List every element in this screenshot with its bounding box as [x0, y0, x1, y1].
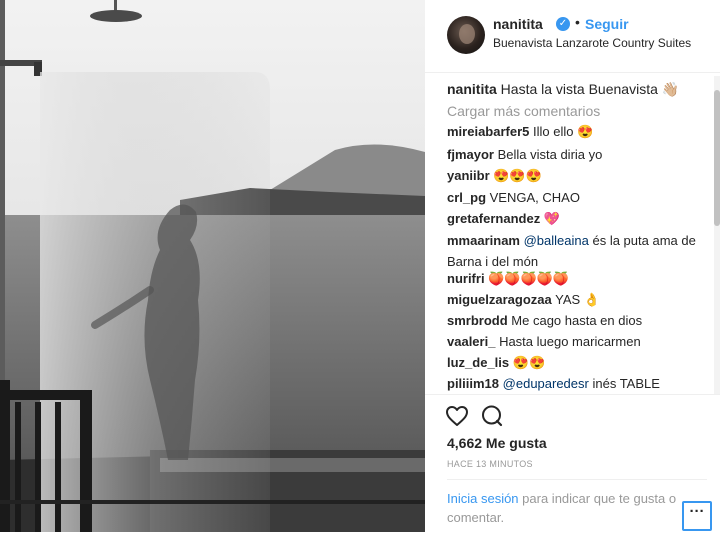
comment-username[interactable]: nurifri — [447, 271, 485, 286]
comment-mention[interactable]: @balleaina — [524, 233, 589, 248]
photo-image — [0, 0, 425, 532]
comment-text: YAS 👌 — [555, 292, 601, 307]
comment-item: yaniibr 😍😍😍 — [447, 165, 702, 186]
follow-button[interactable]: Seguir — [585, 16, 629, 32]
post-timestamp[interactable]: HACE 13 MINUTOS — [447, 459, 533, 469]
comment-text: 😍😍😍 — [493, 168, 542, 183]
separator-dot: • — [575, 14, 580, 30]
caption-username[interactable]: nanitita — [447, 81, 497, 97]
comment-username[interactable]: smrbrodd — [447, 313, 508, 328]
comments-scrollbar[interactable] — [714, 76, 720, 394]
comment-text: 😍😍 — [512, 355, 546, 370]
load-more-comments-button[interactable]: Cargar más comentarios — [447, 103, 600, 119]
comment-item: miguelzaragozaa YAS 👌 — [447, 289, 702, 310]
post-photo[interactable] — [0, 0, 425, 532]
comment-username[interactable]: mmaarinam — [447, 233, 520, 248]
comment-text: VENGA, CHAO — [489, 190, 580, 205]
comment-item: smrbrodd Me cago hasta en dios — [447, 310, 702, 331]
comment-item: mmaarinam @balleaina és la puta ama de B… — [447, 230, 702, 272]
comment-text: Hasta luego maricarmen — [499, 334, 641, 349]
post-actions: 4,662 Me gusta HACE 13 MINUTOS Inicia se… — [425, 394, 720, 535]
heart-icon[interactable] — [445, 405, 469, 432]
caption-text: Hasta la vista Buenavista 👋🏼 — [500, 81, 680, 97]
divider — [447, 479, 707, 480]
comment-username[interactable]: luz_de_lis — [447, 355, 509, 370]
comment-text: 💖 — [543, 211, 561, 226]
comment-item: vaaleri_ Hasta luego maricarmen — [447, 331, 702, 352]
comment-item: nurifri 🍑🍑🍑🍑🍑 — [447, 268, 702, 289]
comment-username[interactable]: vaaleri_ — [447, 334, 495, 349]
comment-item: luz_de_lis 😍😍 — [447, 352, 702, 373]
scrollbar-thumb[interactable] — [714, 90, 720, 226]
location-link[interactable]: Buenavista Lanzarote Country Suites — [493, 36, 691, 50]
comment-item: mireiabarfer5 Illo ello 😍 — [447, 121, 702, 142]
comment-username[interactable]: piliiim18 — [447, 376, 499, 391]
post-side-panel: nanitita ✓ • Seguir Buenavista Lanzarote… — [425, 0, 720, 532]
verified-badge-icon: ✓ — [556, 17, 570, 31]
comment-mention[interactable]: @eduparedesr — [503, 376, 589, 391]
comment-text: inés TABLE — [592, 376, 660, 391]
username-link[interactable]: nanitita — [493, 16, 543, 32]
post-header: nanitita ✓ • Seguir Buenavista Lanzarote… — [425, 0, 720, 73]
comment-bubble-icon[interactable] — [480, 404, 504, 433]
comment-text: Me cago hasta en dios — [511, 313, 643, 328]
comment-username[interactable]: mireiabarfer5 — [447, 124, 529, 139]
comment-text: 🍑🍑🍑🍑🍑 — [488, 271, 570, 286]
login-prompt: Inicia sesión para indicar que te gusta … — [447, 489, 677, 527]
caption: nanitita Hasta la vista Buenavista 👋🏼 — [447, 81, 679, 98]
comment-text: Illo ello 😍 — [533, 124, 594, 139]
avatar[interactable] — [447, 16, 485, 54]
more-options-button[interactable]: ··· — [682, 501, 712, 531]
comment-text: Bella vista diria yo — [497, 147, 603, 162]
login-link[interactable]: Inicia sesión — [447, 491, 519, 506]
comment-username[interactable]: miguelzaragozaa — [447, 292, 552, 307]
comment-username[interactable]: fjmayor — [447, 147, 494, 162]
comment-username[interactable]: crl_pg — [447, 190, 486, 205]
comment-item: crl_pg VENGA, CHAO — [447, 187, 702, 208]
likes-count[interactable]: 4,662 Me gusta — [447, 435, 547, 451]
comment-username[interactable]: yaniibr — [447, 168, 490, 183]
comment-item: fjmayor Bella vista diria yo — [447, 144, 702, 165]
comments-list[interactable]: nanitita Hasta la vista Buenavista 👋🏼 Ca… — [425, 72, 708, 394]
comment-item: gretafernandez 💖 — [447, 208, 702, 229]
comment-item: piliiim18 @eduparedesr inés TABLE — [447, 373, 702, 394]
comment-username[interactable]: gretafernandez — [447, 211, 540, 226]
